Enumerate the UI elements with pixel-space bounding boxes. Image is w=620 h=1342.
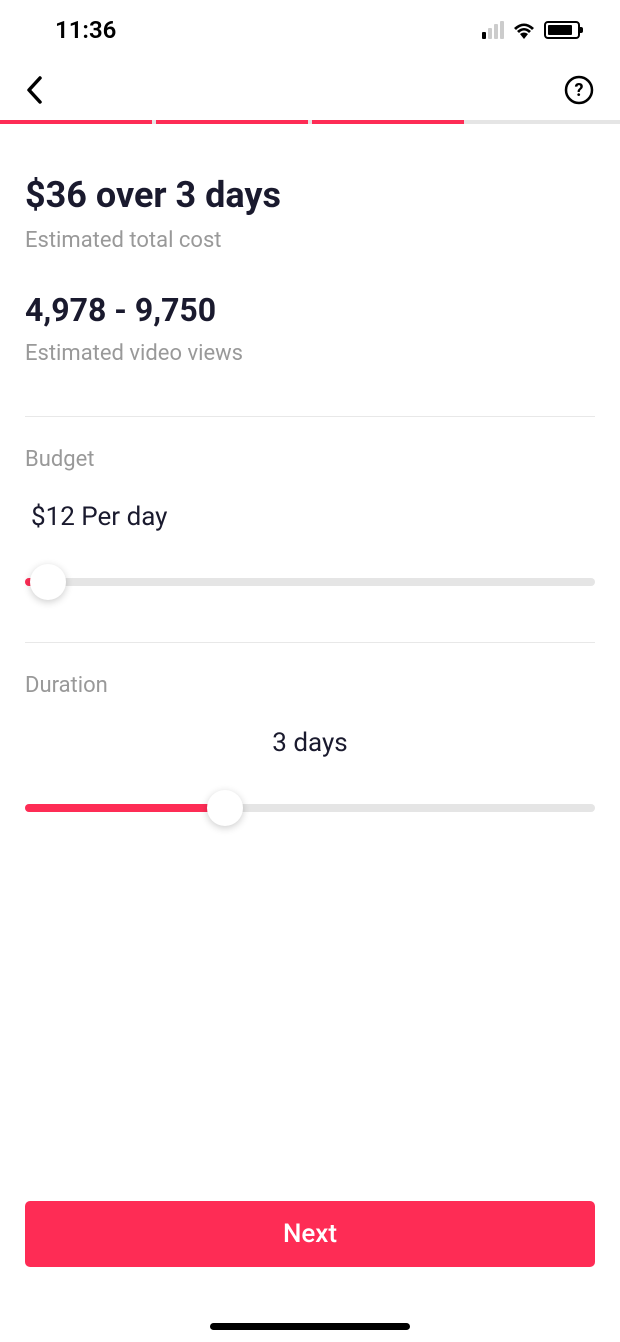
duration-label: Duration xyxy=(25,673,595,698)
budget-value: $12 Per day xyxy=(25,502,595,532)
duration-slider[interactable] xyxy=(25,788,595,828)
budget-label: Budget xyxy=(25,447,595,472)
progress-step-4 xyxy=(468,120,620,124)
progress-step-1 xyxy=(0,120,152,124)
help-icon: ? xyxy=(564,75,594,105)
status-time: 11:36 xyxy=(55,16,116,44)
svg-text:?: ? xyxy=(575,80,584,101)
slider-fill xyxy=(25,804,225,812)
next-button[interactable]: Next xyxy=(25,1201,595,1267)
slider-track xyxy=(25,578,595,586)
budget-section: Budget $12 Per day xyxy=(25,417,595,602)
battery-icon xyxy=(544,21,580,39)
progress-step-2 xyxy=(156,120,308,124)
slider-thumb[interactable] xyxy=(207,790,243,826)
duration-value: 3 days xyxy=(25,728,595,758)
cellular-signal-icon xyxy=(482,21,504,39)
back-button[interactable] xyxy=(25,70,65,110)
slider-thumb[interactable] xyxy=(30,564,66,600)
views-headline: 4,978 - 9,750 xyxy=(25,291,595,329)
wifi-icon xyxy=(512,21,536,39)
duration-section: Duration 3 days xyxy=(25,643,595,828)
progress-step-3 xyxy=(312,120,464,124)
status-bar: 11:36 xyxy=(0,0,620,60)
help-button[interactable]: ? xyxy=(563,74,595,106)
chevron-left-icon xyxy=(25,75,43,105)
cost-headline: $36 over 3 days xyxy=(25,174,595,216)
views-subtitle: Estimated video views xyxy=(25,341,595,366)
nav-header: ? xyxy=(0,60,620,120)
cost-subtitle: Estimated total cost xyxy=(25,228,595,253)
next-button-label: Next xyxy=(283,1219,337,1249)
budget-slider[interactable] xyxy=(25,562,595,602)
home-indicator[interactable] xyxy=(210,1323,410,1330)
status-icons xyxy=(482,21,580,39)
content: $36 over 3 days Estimated total cost 4,9… xyxy=(0,124,620,828)
